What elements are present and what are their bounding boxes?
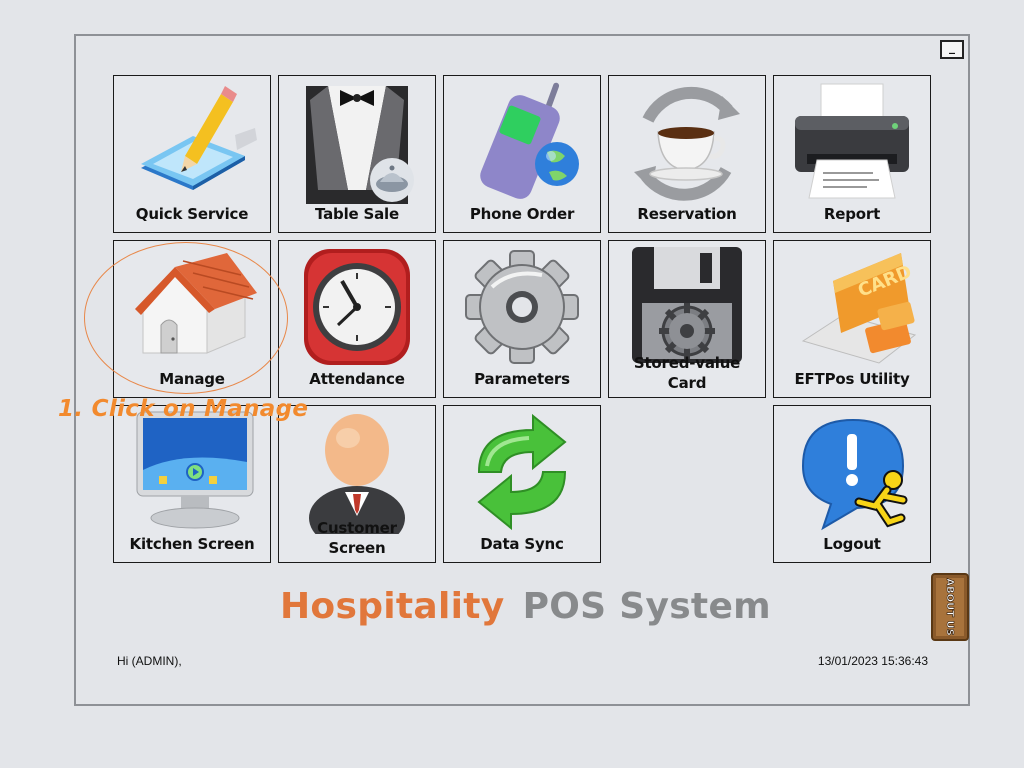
- tile-label: Phone Order: [469, 205, 575, 223]
- kitchen-screen-button[interactable]: Kitchen Screen: [113, 405, 271, 563]
- tile-label: Quick Service: [135, 205, 249, 223]
- data-sync-button[interactable]: Data Sync: [443, 405, 601, 563]
- tile-label-line-2: Card: [667, 374, 707, 392]
- minimize-button[interactable]: _: [940, 40, 964, 59]
- monitor-icon: [123, 410, 261, 534]
- parameters-button[interactable]: Parameters: [443, 240, 601, 398]
- brand-part-2: POS System: [522, 586, 771, 627]
- card-terminal-icon: CARD: [783, 245, 921, 369]
- person-icon: [288, 410, 426, 534]
- tile-label-line-2: Screen: [328, 539, 386, 557]
- coffee-cup-cycle-icon: [618, 80, 756, 204]
- tile-label: Kitchen Screen: [129, 535, 255, 553]
- tile-label: Data Sync: [480, 535, 564, 553]
- tile-label: Attendance: [309, 370, 405, 388]
- tile-label: EFTPos Utility: [794, 370, 910, 388]
- datetime-text: 13/01/2023 15:36:43: [817, 654, 928, 668]
- greeting-text: Hi (ADMIN),: [117, 654, 182, 668]
- pencil-pad-icon: [123, 80, 261, 204]
- house-icon: [123, 245, 261, 369]
- printer-icon: [783, 80, 921, 204]
- mobile-phone-globe-icon: [453, 80, 591, 204]
- gear-icon: [453, 245, 591, 369]
- tile-label: Logout: [823, 535, 881, 553]
- tile-label: Table Sale: [315, 205, 399, 223]
- report-button[interactable]: Report: [773, 75, 931, 233]
- manage-button[interactable]: Manage: [113, 240, 271, 398]
- brand-title: Hospitality POS System: [280, 586, 771, 627]
- attendance-button[interactable]: Attendance: [278, 240, 436, 398]
- logout-runner-icon: [783, 410, 921, 534]
- instruction-annotation: 1. Click on Manage: [58, 396, 309, 422]
- tile-label: Customer Screen: [279, 518, 435, 558]
- tile-label: Manage: [159, 370, 225, 388]
- tile-label: Parameters: [474, 370, 570, 388]
- reservation-button[interactable]: Reservation: [608, 75, 766, 233]
- quick-service-button[interactable]: Quick Service: [113, 75, 271, 233]
- tile-label: Report: [823, 205, 881, 223]
- tile-label: Stored-value Card: [609, 353, 765, 393]
- phone-order-button[interactable]: Phone Order: [443, 75, 601, 233]
- floppy-disk-icon: [618, 245, 756, 369]
- sync-arrows-icon: [453, 410, 591, 534]
- customer-screen-button[interactable]: Customer Screen: [278, 405, 436, 563]
- tile-label: Reservation: [637, 205, 737, 223]
- logout-button[interactable]: Logout: [773, 405, 931, 563]
- about-us-button[interactable]: ABOUT US: [930, 572, 970, 642]
- eftpos-utility-button[interactable]: CARD EFTPos Utility: [773, 240, 931, 398]
- clock-icon: [288, 245, 426, 369]
- waiter-tuxedo-icon: [288, 80, 426, 204]
- brand-part-1: Hospitality: [280, 586, 505, 627]
- table-sale-button[interactable]: Table Sale: [278, 75, 436, 233]
- tile-label-line-1: Customer: [317, 519, 397, 537]
- wooden-sign-icon: ABOUT US: [931, 573, 969, 641]
- stored-value-card-button[interactable]: Stored-value Card: [608, 240, 766, 398]
- about-us-label: ABOUT US: [944, 578, 955, 636]
- tile-label-line-1: Stored-value: [633, 354, 741, 372]
